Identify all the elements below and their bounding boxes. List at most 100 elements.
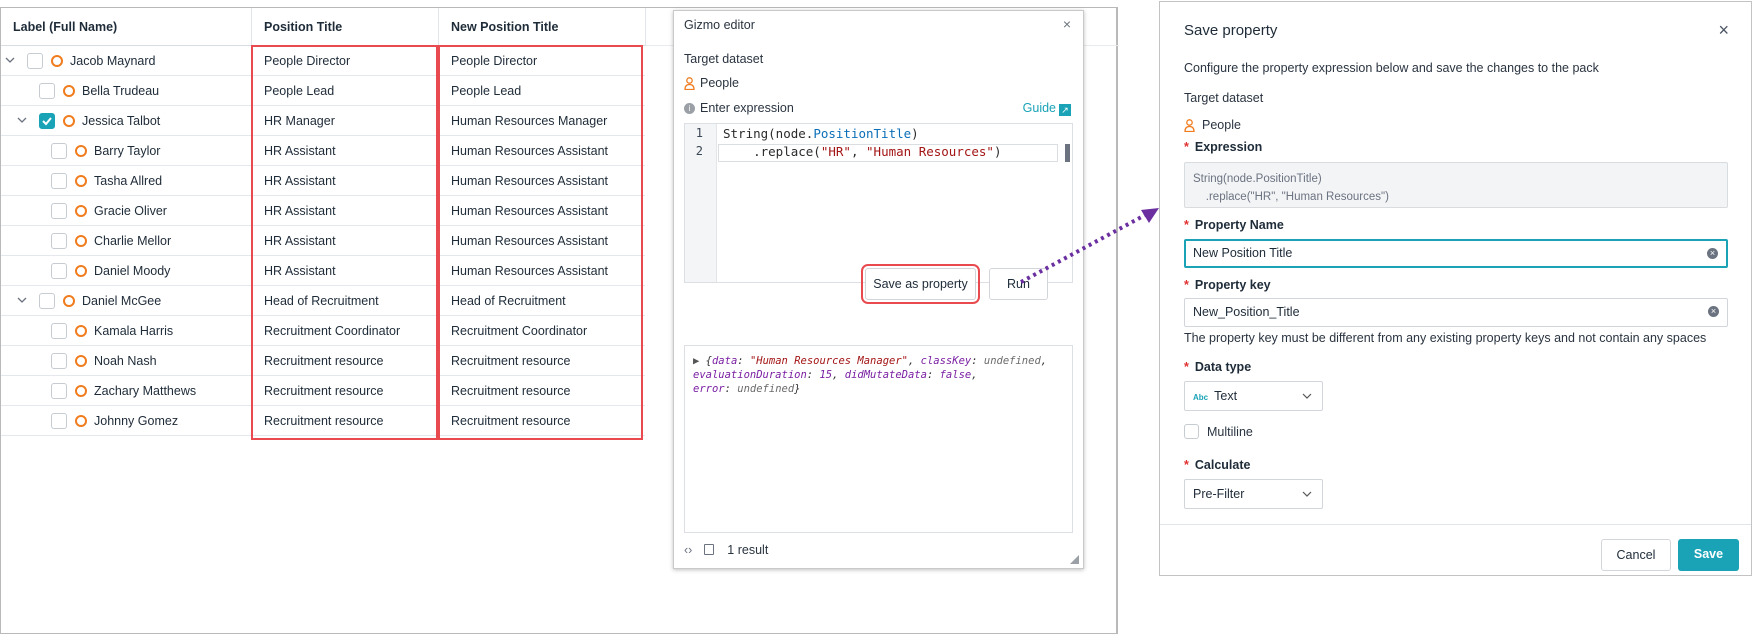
column-header-position-title[interactable]: Position Title: [252, 8, 342, 46]
node-icon: [75, 415, 87, 427]
save-as-property-button[interactable]: Save as property: [861, 264, 980, 304]
expand-triangle-icon[interactable]: ▶: [693, 355, 699, 367]
cell-label: Gracie Oliver: [94, 204, 167, 218]
cell-label: Kamala Harris: [94, 324, 174, 338]
node-icon: [75, 175, 87, 187]
gizmo-editor-dialog: Gizmo editor × Target dataset People i E…: [673, 10, 1084, 569]
person-icon: [1184, 119, 1195, 132]
external-link-icon: ↗: [1059, 104, 1071, 116]
enter-expression-label: i Enter expression: [684, 101, 794, 115]
cell-label: Bella Trudeau: [82, 84, 160, 98]
guide-link[interactable]: Guide ↗: [1023, 101, 1071, 116]
column-divider[interactable]: [438, 8, 439, 46]
result-line-2: evaluationDuration: 15, didMutateData: f…: [693, 369, 978, 381]
cell-label: Daniel Moody: [94, 264, 171, 278]
editor-scrollbar[interactable]: [1065, 144, 1070, 162]
column-header-new-position-title[interactable]: New Position Title: [439, 8, 558, 46]
property-key-label: * Property key: [1184, 278, 1271, 292]
code-line-1[interactable]: String(node.PositionTitle): [723, 126, 919, 141]
node-icon: [75, 145, 87, 157]
calculate-value: Pre-Filter: [1193, 487, 1245, 501]
enter-expression-text: Enter expression: [700, 101, 794, 115]
gizmo-editor-title: Gizmo editor: [684, 18, 755, 32]
gizmo-footer: ‹› 1 result: [684, 543, 768, 557]
guide-link-text: Guide: [1022, 101, 1056, 115]
save-button[interactable]: Save: [1678, 539, 1739, 571]
row-checkbox[interactable]: [51, 323, 67, 339]
property-name-value: New Position Title: [1193, 246, 1293, 260]
dotted-arrow: [1020, 208, 1159, 284]
check-icon: [42, 117, 52, 126]
code-line-2[interactable]: .replace("HR", "Human Resources"): [723, 144, 1001, 159]
result-count: 1 result: [727, 543, 769, 557]
result-line-3: error: undefined}: [693, 383, 801, 395]
close-icon[interactable]: ×: [1063, 16, 1071, 32]
multiline-checkbox[interactable]: [1184, 424, 1199, 439]
cell-label: Charlie Mellor: [94, 234, 172, 248]
data-type-value: Text: [1214, 389, 1238, 403]
position-title-highlight: [251, 45, 438, 440]
property-name-label: * Property Name: [1184, 218, 1284, 232]
row-checkbox[interactable]: [51, 383, 67, 399]
text-type-icon: Abc: [1193, 393, 1209, 402]
node-icon: [75, 205, 87, 217]
dataset-name-text: People: [1202, 118, 1241, 132]
cell-label: Noah Nash: [94, 354, 157, 368]
row-checkbox[interactable]: [51, 413, 67, 429]
dataset-name-text: People: [700, 76, 739, 90]
clear-icon[interactable]: ×: [1707, 248, 1718, 259]
result-output: ▶ {data: "Human Resources Manager", clas…: [684, 345, 1073, 533]
node-icon: [75, 325, 87, 337]
grid-header: Label (Full Name) Position Title New Pos…: [1, 8, 645, 46]
property-key-input[interactable]: New_Position_Title ×: [1184, 298, 1728, 327]
node-icon: [63, 115, 75, 127]
line-number: 1: [695, 126, 703, 140]
code-brackets-icon[interactable]: ‹›: [684, 543, 692, 557]
cell-label: Jessica Talbot: [82, 114, 161, 128]
row-checkbox[interactable]: [39, 113, 55, 129]
save-property-title: Save property: [1184, 22, 1278, 39]
dataset-name: People: [684, 76, 739, 90]
multiline-label: Multiline: [1207, 425, 1253, 439]
calculate-label: * Calculate: [1184, 458, 1251, 472]
cancel-button[interactable]: Cancel: [1601, 539, 1671, 571]
row-checkbox[interactable]: [51, 263, 67, 279]
info-icon: i: [684, 103, 695, 114]
chevron-down-icon[interactable]: [16, 294, 28, 306]
intro-text: Configure the property expression below …: [1184, 61, 1599, 75]
column-header-label[interactable]: Label (Full Name): [1, 8, 117, 46]
close-icon[interactable]: ×: [1718, 20, 1729, 41]
data-type-select[interactable]: Abc Text: [1184, 381, 1323, 411]
row-checkbox[interactable]: [39, 293, 55, 309]
row-checkbox[interactable]: [51, 203, 67, 219]
node-icon: [75, 235, 87, 247]
chevron-down-icon[interactable]: [4, 54, 16, 66]
row-checkbox[interactable]: [27, 53, 43, 69]
node-icon: [51, 55, 63, 67]
cell-label: Barry Taylor: [94, 144, 161, 158]
chevron-down-icon: [1302, 393, 1312, 399]
dataset-name: People: [1184, 118, 1241, 132]
row-checkbox[interactable]: [51, 173, 67, 189]
calculate-select[interactable]: Pre-Filter: [1184, 479, 1323, 509]
copy-icon[interactable]: [703, 544, 714, 555]
row-checkbox[interactable]: [39, 83, 55, 99]
result-line-1: ▶ {data: "Human Resources Manager", clas…: [693, 355, 1048, 367]
node-icon: [63, 85, 75, 97]
row-checkbox[interactable]: [51, 143, 67, 159]
property-key-hint: The property key must be different from …: [1184, 331, 1707, 345]
expression-textarea[interactable]: String(node.PositionTitle) .replace("HR"…: [1184, 162, 1728, 208]
new-position-title-highlight: [438, 45, 643, 440]
column-divider[interactable]: [251, 8, 252, 46]
node-icon: [75, 385, 87, 397]
node-icon: [63, 295, 75, 307]
property-name-input[interactable]: New Position Title ×: [1184, 239, 1728, 268]
resize-handle-icon[interactable]: [1070, 555, 1079, 564]
row-checkbox[interactable]: [51, 233, 67, 249]
row-checkbox[interactable]: [51, 353, 67, 369]
line-number: 2: [695, 144, 703, 158]
clear-icon[interactable]: ×: [1708, 306, 1719, 317]
target-dataset-label: Target dataset: [684, 52, 764, 66]
column-divider[interactable]: [645, 8, 646, 46]
chevron-down-icon[interactable]: [16, 114, 28, 126]
